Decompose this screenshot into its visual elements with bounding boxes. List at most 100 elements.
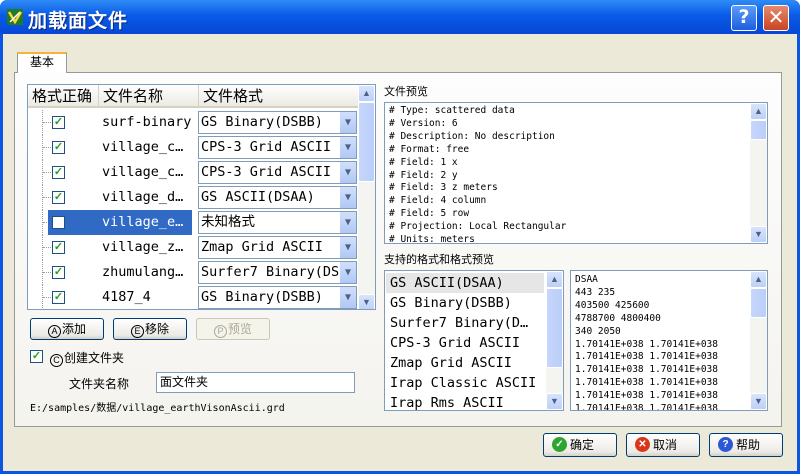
file-format-value: GS ASCII(DSAA) bbox=[201, 189, 315, 205]
folder-name-input[interactable]: 面文件夹 bbox=[156, 372, 355, 393]
scroll-up-button[interactable]: ▲ bbox=[750, 103, 767, 120]
format-ok-checkbox[interactable]: ✓ bbox=[52, 291, 65, 304]
ok-icon: ✓ bbox=[552, 437, 567, 452]
file-table-row[interactable]: village_e… 未知格式 ▼ bbox=[28, 210, 358, 235]
file-name-cell[interactable]: village_c… bbox=[96, 135, 192, 160]
file-preview-text: # Type: scattered data # Version: 6 # De… bbox=[389, 105, 567, 244]
scroll-down-button[interactable]: ▼ bbox=[750, 226, 767, 243]
file-name-cell[interactable]: village_e… bbox=[96, 210, 192, 235]
scroll-thumb[interactable] bbox=[750, 120, 767, 140]
format-list-item[interactable]: Irap Rms ASCII bbox=[386, 393, 544, 410]
file-format-dropdown[interactable]: CPS-3 Grid ASCII ▼ bbox=[198, 161, 357, 184]
file-name-cell[interactable]: surf-binary bbox=[96, 110, 192, 135]
format-list-item[interactable]: Surfer7 Binary(D… bbox=[386, 313, 544, 333]
format-ok-checkbox[interactable]: ✓ bbox=[52, 166, 65, 179]
file-table-row[interactable]: ✓ village_c… CPS-3 Grid ASCII ▼ bbox=[28, 160, 358, 185]
create-folder-text: 创建文件夹 bbox=[64, 351, 125, 365]
file-format-dropdown[interactable]: Surfer7 Binary(DS ▼ bbox=[198, 261, 357, 284]
format-ok-checkbox[interactable]: ✓ bbox=[52, 266, 65, 279]
format-preview-text: DSAA 443 235 403500 425600 4788700 48004… bbox=[575, 274, 718, 411]
scroll-down-button[interactable]: ▼ bbox=[750, 393, 767, 410]
chevron-down-icon[interactable]: ▼ bbox=[339, 287, 356, 308]
scroll-down-button[interactable]: ▼ bbox=[358, 294, 375, 309]
file-name-cell[interactable]: village_c… bbox=[96, 160, 192, 185]
format-ok-checkbox[interactable] bbox=[52, 216, 65, 229]
chevron-down-icon[interactable]: ▼ bbox=[339, 162, 356, 183]
scroll-up-button[interactable]: ▲ bbox=[546, 271, 563, 288]
format-list-scrollbar[interactable]: ▲ ▼ bbox=[546, 271, 563, 410]
help-title-button[interactable]: ? bbox=[731, 5, 757, 31]
format-ok-checkbox[interactable]: ✓ bbox=[52, 141, 65, 154]
ok-button[interactable]: ✓ 确定 bbox=[543, 433, 617, 457]
file-format-dropdown[interactable]: GS Binary(DSBB) ▼ bbox=[198, 111, 357, 134]
format-list-item[interactable]: GS Binary(DSBB) bbox=[386, 293, 544, 313]
format-ok-checkbox[interactable]: ✓ bbox=[52, 241, 65, 254]
remove-button-label: 移除 bbox=[144, 322, 169, 336]
remove-shortcut-key: E bbox=[130, 325, 144, 338]
format-ok-checkbox[interactable]: ✓ bbox=[52, 116, 65, 129]
file-preview-scrollbar[interactable]: ▲ ▼ bbox=[750, 103, 767, 243]
file-format-value: Surfer7 Binary(DS bbox=[201, 264, 340, 280]
add-button-label: 添加 bbox=[61, 322, 86, 336]
tree-line bbox=[42, 185, 53, 210]
format-preview-box[interactable]: DSAA 443 235 403500 425600 4788700 48004… bbox=[570, 270, 768, 411]
help-button[interactable]: ? 帮助 bbox=[709, 433, 783, 457]
remove-button[interactable]: E 移除 bbox=[113, 318, 187, 340]
chevron-down-icon[interactable]: ▼ bbox=[339, 212, 356, 233]
file-format-value: 未知格式 bbox=[201, 214, 255, 230]
create-folder-checkbox[interactable]: ✓ bbox=[30, 350, 43, 363]
create-folder-label[interactable]: C 创建文件夹 bbox=[50, 349, 124, 367]
scroll-thumb[interactable] bbox=[546, 288, 563, 368]
file-name-cell[interactable]: village_d… bbox=[96, 185, 192, 210]
close-button[interactable]: ✕ bbox=[763, 5, 789, 31]
help-button-label: 帮助 bbox=[736, 438, 761, 452]
add-shortcut-key: A bbox=[47, 325, 61, 338]
dialog-window: 加载面文件 ? ✕ 基本 格式正确 文件名称 文件格式 ✓ surf-binary… bbox=[0, 0, 800, 474]
file-table-row[interactable]: ✓ village_c… CPS-3 Grid ASCII ▼ bbox=[28, 135, 358, 160]
file-format-dropdown[interactable]: 未知格式 ▼ bbox=[198, 211, 357, 234]
column-header-file-format[interactable]: 文件格式 bbox=[199, 85, 359, 108]
cancel-button-label: 取消 bbox=[653, 438, 678, 452]
chevron-down-icon[interactable]: ▼ bbox=[339, 137, 356, 158]
format-ok-checkbox[interactable]: ✓ bbox=[52, 191, 65, 204]
file-format-dropdown[interactable]: GS Binary(DSBB) ▼ bbox=[198, 286, 357, 309]
file-format-dropdown[interactable]: CPS-3 Grid ASCII ▼ bbox=[198, 136, 357, 159]
tree-line bbox=[42, 135, 53, 160]
file-name-cell[interactable]: zhumulang… bbox=[96, 260, 192, 285]
add-button[interactable]: A 添加 bbox=[30, 318, 104, 340]
file-name-cell[interactable]: village_z… bbox=[96, 235, 192, 260]
file-table-row[interactable]: ✓ zhumulang… Surfer7 Binary(DS ▼ bbox=[28, 260, 358, 285]
cancel-button[interactable]: ✕ 取消 bbox=[626, 433, 700, 457]
file-preview-box[interactable]: # Type: scattered data # Version: 6 # De… bbox=[384, 102, 768, 244]
title-bar[interactable]: 加载面文件 ? ✕ bbox=[0, 0, 800, 34]
scroll-thumb[interactable] bbox=[750, 288, 767, 318]
chevron-down-icon[interactable]: ▼ bbox=[339, 262, 356, 283]
column-header-format-ok[interactable]: 格式正确 bbox=[28, 85, 99, 108]
file-table-row[interactable]: ✓ 4187_4 GS Binary(DSBB) ▼ bbox=[28, 285, 358, 309]
tab-basic[interactable]: 基本 bbox=[17, 52, 67, 73]
file-format-dropdown[interactable]: Zmap Grid ASCII ▼ bbox=[198, 236, 357, 259]
file-table-row[interactable]: ✓ surf-binary GS Binary(DSBB) ▼ bbox=[28, 110, 358, 135]
scroll-thumb[interactable] bbox=[358, 102, 375, 182]
scroll-up-button[interactable]: ▲ bbox=[750, 271, 767, 288]
scroll-up-button[interactable]: ▲ bbox=[358, 85, 375, 102]
file-table-scrollbar[interactable]: ▲ ▼ bbox=[358, 85, 375, 309]
scroll-down-button[interactable]: ▼ bbox=[546, 393, 563, 410]
file-table[interactable]: 格式正确 文件名称 文件格式 ✓ surf-binary GS Binary(DSB… bbox=[27, 84, 376, 310]
file-name-cell[interactable]: 4187_4 bbox=[96, 285, 192, 309]
chevron-down-icon[interactable]: ▼ bbox=[339, 237, 356, 258]
file-table-row[interactable]: ✓ village_d… GS ASCII(DSAA) ▼ bbox=[28, 185, 358, 210]
format-list-item[interactable]: GS ASCII(DSAA) bbox=[386, 273, 544, 293]
format-list-item[interactable]: Irap Classic ASCII bbox=[386, 373, 544, 393]
format-list-item[interactable]: Zmap Grid ASCII bbox=[386, 353, 544, 373]
chevron-down-icon[interactable]: ▼ bbox=[339, 112, 356, 133]
file-format-dropdown[interactable]: GS ASCII(DSAA) ▼ bbox=[198, 186, 357, 209]
format-list-item[interactable]: CPS-3 Grid ASCII bbox=[386, 333, 544, 353]
chevron-down-icon[interactable]: ▼ bbox=[339, 187, 356, 208]
format-preview-scrollbar[interactable]: ▲ ▼ bbox=[750, 271, 767, 410]
tree-line bbox=[42, 260, 53, 285]
file-table-row[interactable]: ✓ village_z… Zmap Grid ASCII ▼ bbox=[28, 235, 358, 260]
preview-button[interactable]: P 预览 bbox=[196, 318, 270, 340]
column-header-file-name[interactable]: 文件名称 bbox=[99, 85, 199, 108]
format-list[interactable]: GS ASCII(DSAA) GS Binary(DSBB) Surfer7 Bin… bbox=[384, 270, 564, 411]
